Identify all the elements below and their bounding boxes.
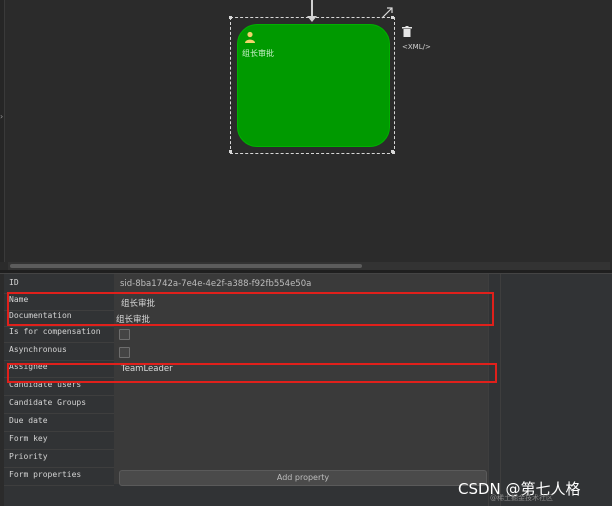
trash-icon[interactable] — [402, 26, 412, 37]
watermark-subtext: @稀土掘金技术社区 — [490, 494, 553, 502]
xml-link[interactable]: <XML/> — [402, 43, 431, 51]
property-row-form-properties[interactable]: Form properties — [4, 468, 114, 486]
selection-handle[interactable] — [229, 16, 232, 19]
scrollbar-thumb[interactable] — [10, 264, 362, 268]
property-row-priority[interactable]: Priority — [4, 450, 114, 468]
id-value[interactable]: sid-8ba1742a-7e4e-4e2f-a388-f92fb554e50a — [120, 279, 311, 289]
compensation-checkbox[interactable] — [119, 329, 130, 340]
user-icon — [245, 31, 255, 43]
property-label: Due date — [9, 416, 48, 425]
property-row-form-key[interactable]: Form key — [4, 432, 114, 450]
column-divider — [500, 274, 501, 506]
property-label: Priority — [9, 452, 48, 461]
property-row-candidate-groups[interactable]: Candidate Groups — [4, 396, 114, 414]
resize-arrow-icon[interactable] — [380, 6, 394, 20]
property-row-asynchronous[interactable]: Asynchronous — [4, 343, 114, 361]
highlight-assignee — [7, 363, 497, 383]
user-task-node[interactable]: 组长审批 — [237, 24, 390, 147]
selection-handle[interactable] — [391, 150, 394, 153]
expand-arrow-icon[interactable]: › — [0, 112, 3, 121]
property-label: Form key — [9, 434, 48, 443]
property-row-compensation[interactable]: Is for compensation — [4, 325, 114, 343]
property-label: Form properties — [9, 470, 82, 479]
property-label: Asynchronous — [9, 345, 67, 354]
left-panel-edge[interactable] — [0, 0, 5, 262]
asynchronous-checkbox[interactable] — [119, 347, 130, 358]
task-label: 组长审批 — [242, 49, 274, 58]
selection-handle[interactable] — [229, 150, 232, 153]
property-label: Is for compensation — [9, 327, 101, 336]
property-label: ID — [9, 278, 19, 287]
property-label: Candidate Groups — [9, 398, 87, 407]
property-row-due-date[interactable]: Due date — [4, 414, 114, 432]
highlight-name-documentation — [7, 292, 494, 326]
add-property-button[interactable]: Add property — [119, 470, 487, 486]
